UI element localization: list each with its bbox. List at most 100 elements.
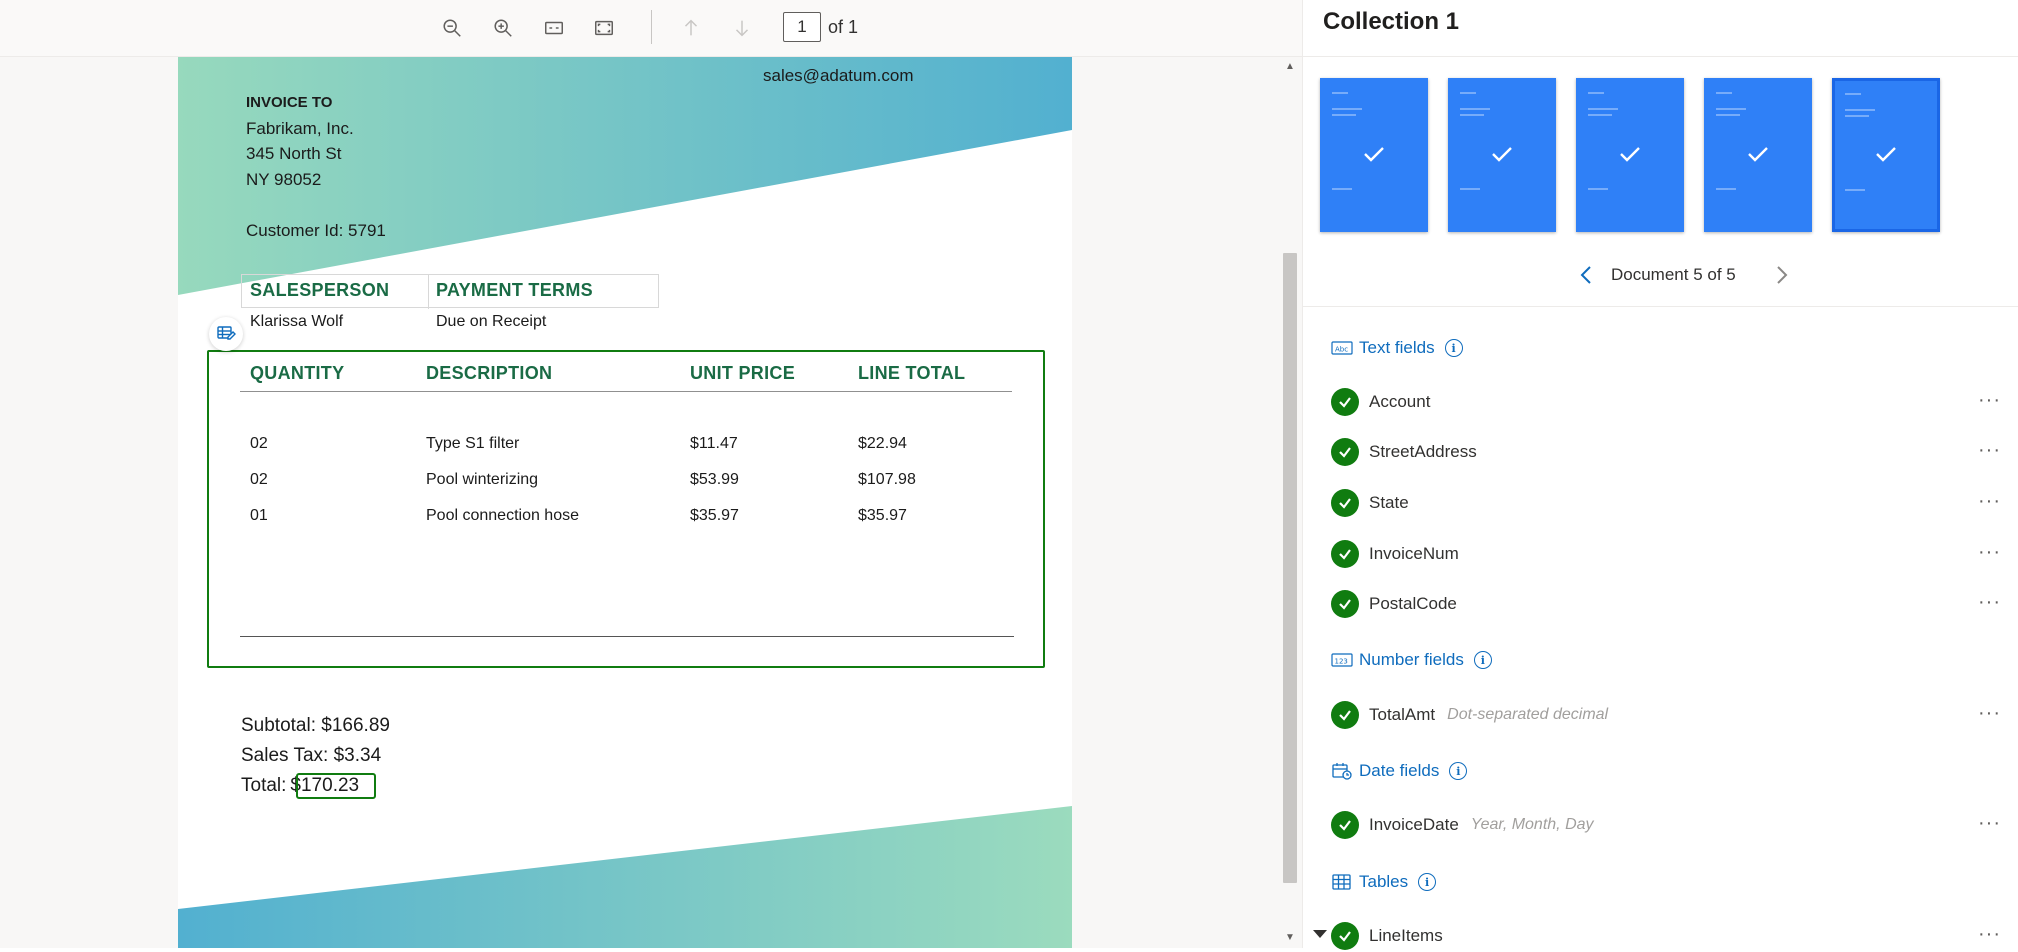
field-postal-code[interactable]: PostalCode ···	[1331, 588, 2011, 620]
line-items-region[interactable]	[207, 350, 1045, 668]
item-1-total: $22.94	[858, 435, 907, 452]
items-header-rule	[240, 391, 1012, 392]
item-2-qty: 02	[250, 471, 268, 488]
item-2-unit: $53.99	[690, 471, 739, 488]
thumbnail-line	[1332, 188, 1352, 190]
zoom-in-button[interactable]	[489, 14, 517, 42]
check-icon	[1620, 147, 1640, 162]
collection-title: Collection 1	[1323, 8, 1460, 35]
viewer-toolbar: of 1	[0, 0, 1302, 57]
thumbnail-line	[1845, 115, 1869, 117]
more-options-button[interactable]: ···	[1978, 924, 2001, 944]
thumbnail-line	[1588, 92, 1604, 94]
field-name: InvoiceNum	[1369, 544, 1459, 563]
text-fields-section: Abc Text fields i	[1331, 338, 1463, 358]
item-2-total: $107.98	[858, 471, 916, 488]
subtotal-label: Subtotal:	[241, 715, 316, 736]
check-icon	[1876, 147, 1896, 162]
scroll-down-arrow[interactable]: ▼	[1283, 931, 1297, 945]
zoom-out-button[interactable]	[438, 14, 466, 42]
thumbnail-line	[1845, 93, 1861, 95]
field-invoice-date[interactable]: InvoiceDate Year, Month, Day ···	[1331, 809, 2011, 841]
more-options-button[interactable]: ···	[1978, 390, 2001, 410]
customer-state-zip: NY 98052	[246, 170, 322, 189]
subtotal-line: Subtotal: $166.89	[241, 715, 390, 737]
document-thumbnail-1[interactable]	[1320, 78, 1428, 232]
payment-terms-value: Due on Receipt	[436, 313, 547, 330]
sales-tax-label: Sales Tax:	[241, 745, 329, 766]
previous-page-button[interactable]	[677, 14, 705, 42]
date-fields-title[interactable]: Date fields	[1359, 761, 1439, 781]
item-1-desc: Type S1 filter	[426, 435, 520, 452]
items-bottom-rule	[240, 636, 1014, 637]
total-value-region[interactable]	[296, 773, 376, 799]
info-icon[interactable]: i	[1418, 873, 1437, 891]
caret-down-icon[interactable]	[1313, 930, 1327, 938]
more-options-button[interactable]: ···	[1978, 491, 2001, 511]
more-options-button[interactable]: ···	[1978, 813, 2001, 833]
info-icon[interactable]: i	[1449, 762, 1468, 780]
item-3-qty: 01	[250, 507, 268, 524]
salesperson-value: Klarissa Wolf	[250, 313, 344, 330]
previous-document-button[interactable]	[1573, 262, 1599, 288]
field-total-amt[interactable]: TotalAmt Dot-separated decimal ···	[1331, 699, 2011, 731]
info-icon[interactable]: i	[1444, 339, 1463, 357]
more-options-button[interactable]: ···	[1978, 592, 2001, 612]
sales-tax-value: $3.34	[333, 745, 382, 766]
next-document-button[interactable]	[1769, 262, 1795, 288]
quantity-header: QUANTITY	[250, 363, 345, 383]
number-field-icon: 123	[1331, 651, 1353, 669]
document-thumbnail-3[interactable]	[1576, 78, 1684, 232]
table-icon	[1331, 873, 1353, 891]
thumbnail-line	[1460, 188, 1480, 190]
payment-terms-header: PAYMENT TERMS	[436, 280, 593, 300]
tables-title[interactable]: Tables	[1359, 872, 1408, 892]
description-header: DESCRIPTION	[426, 363, 553, 383]
thumbnail-line	[1332, 108, 1362, 110]
document-canvas: sales@adatum.com INVOICE TO Fabrikam, In…	[0, 57, 1302, 948]
field-name: LineItems	[1369, 926, 1443, 945]
item-3-desc: Pool connection hose	[426, 507, 579, 524]
check-icon	[1331, 701, 1359, 729]
scroll-up-arrow[interactable]: ▲	[1283, 60, 1297, 74]
svg-text:Abc: Abc	[1335, 346, 1348, 354]
document-thumbnail-5[interactable]	[1832, 78, 1940, 232]
table-tag-button[interactable]	[209, 317, 243, 351]
field-account[interactable]: Account ···	[1331, 386, 2011, 418]
panel-divider	[1303, 306, 2018, 307]
document-viewer-pane: of 1 sales@adatum.com INVOICE	[0, 0, 1302, 948]
field-street-address[interactable]: StreetAddress ···	[1331, 436, 2011, 468]
vendor-email: sales@adatum.com	[763, 66, 914, 85]
fit-width-button[interactable]	[540, 14, 568, 42]
fit-page-button[interactable]	[590, 14, 618, 42]
field-state[interactable]: State ···	[1331, 487, 2011, 519]
check-icon	[1492, 147, 1512, 162]
next-page-button[interactable]	[728, 14, 756, 42]
check-icon	[1331, 811, 1359, 839]
check-icon	[1331, 590, 1359, 618]
field-line-items[interactable]: LineItems ···	[1331, 920, 2011, 952]
sales-tax-line: Sales Tax: $3.34	[241, 745, 381, 767]
more-options-button[interactable]: ···	[1978, 542, 2001, 562]
item-2-desc: Pool winterizing	[426, 471, 539, 488]
thumbnail-line	[1460, 108, 1490, 110]
text-fields-title[interactable]: Text fields	[1359, 338, 1435, 358]
number-fields-title[interactable]: Number fields	[1359, 650, 1464, 670]
viewer-scrollbar-thumb[interactable]	[1283, 253, 1297, 883]
invoice-page: sales@adatum.com INVOICE TO Fabrikam, In…	[178, 57, 1072, 948]
info-icon[interactable]: i	[1473, 651, 1492, 669]
customer-street: 345 North St	[246, 144, 342, 163]
field-name: StreetAddress	[1369, 442, 1477, 461]
more-options-button[interactable]: ···	[1978, 440, 2001, 460]
document-thumbnail-4[interactable]	[1704, 78, 1812, 232]
subtotal-value: $166.89	[321, 715, 390, 736]
page-number-input[interactable]	[783, 12, 821, 42]
field-invoice-num[interactable]: InvoiceNum ···	[1331, 538, 2011, 570]
date-fields-section: Date fields i	[1331, 761, 1468, 781]
item-3-total: $35.97	[858, 507, 907, 524]
check-icon	[1331, 388, 1359, 416]
field-name: InvoiceDate	[1369, 815, 1459, 834]
customer-id: Customer Id: 5791	[246, 221, 386, 240]
more-options-button[interactable]: ···	[1978, 703, 2001, 723]
document-thumbnail-2[interactable]	[1448, 78, 1556, 232]
